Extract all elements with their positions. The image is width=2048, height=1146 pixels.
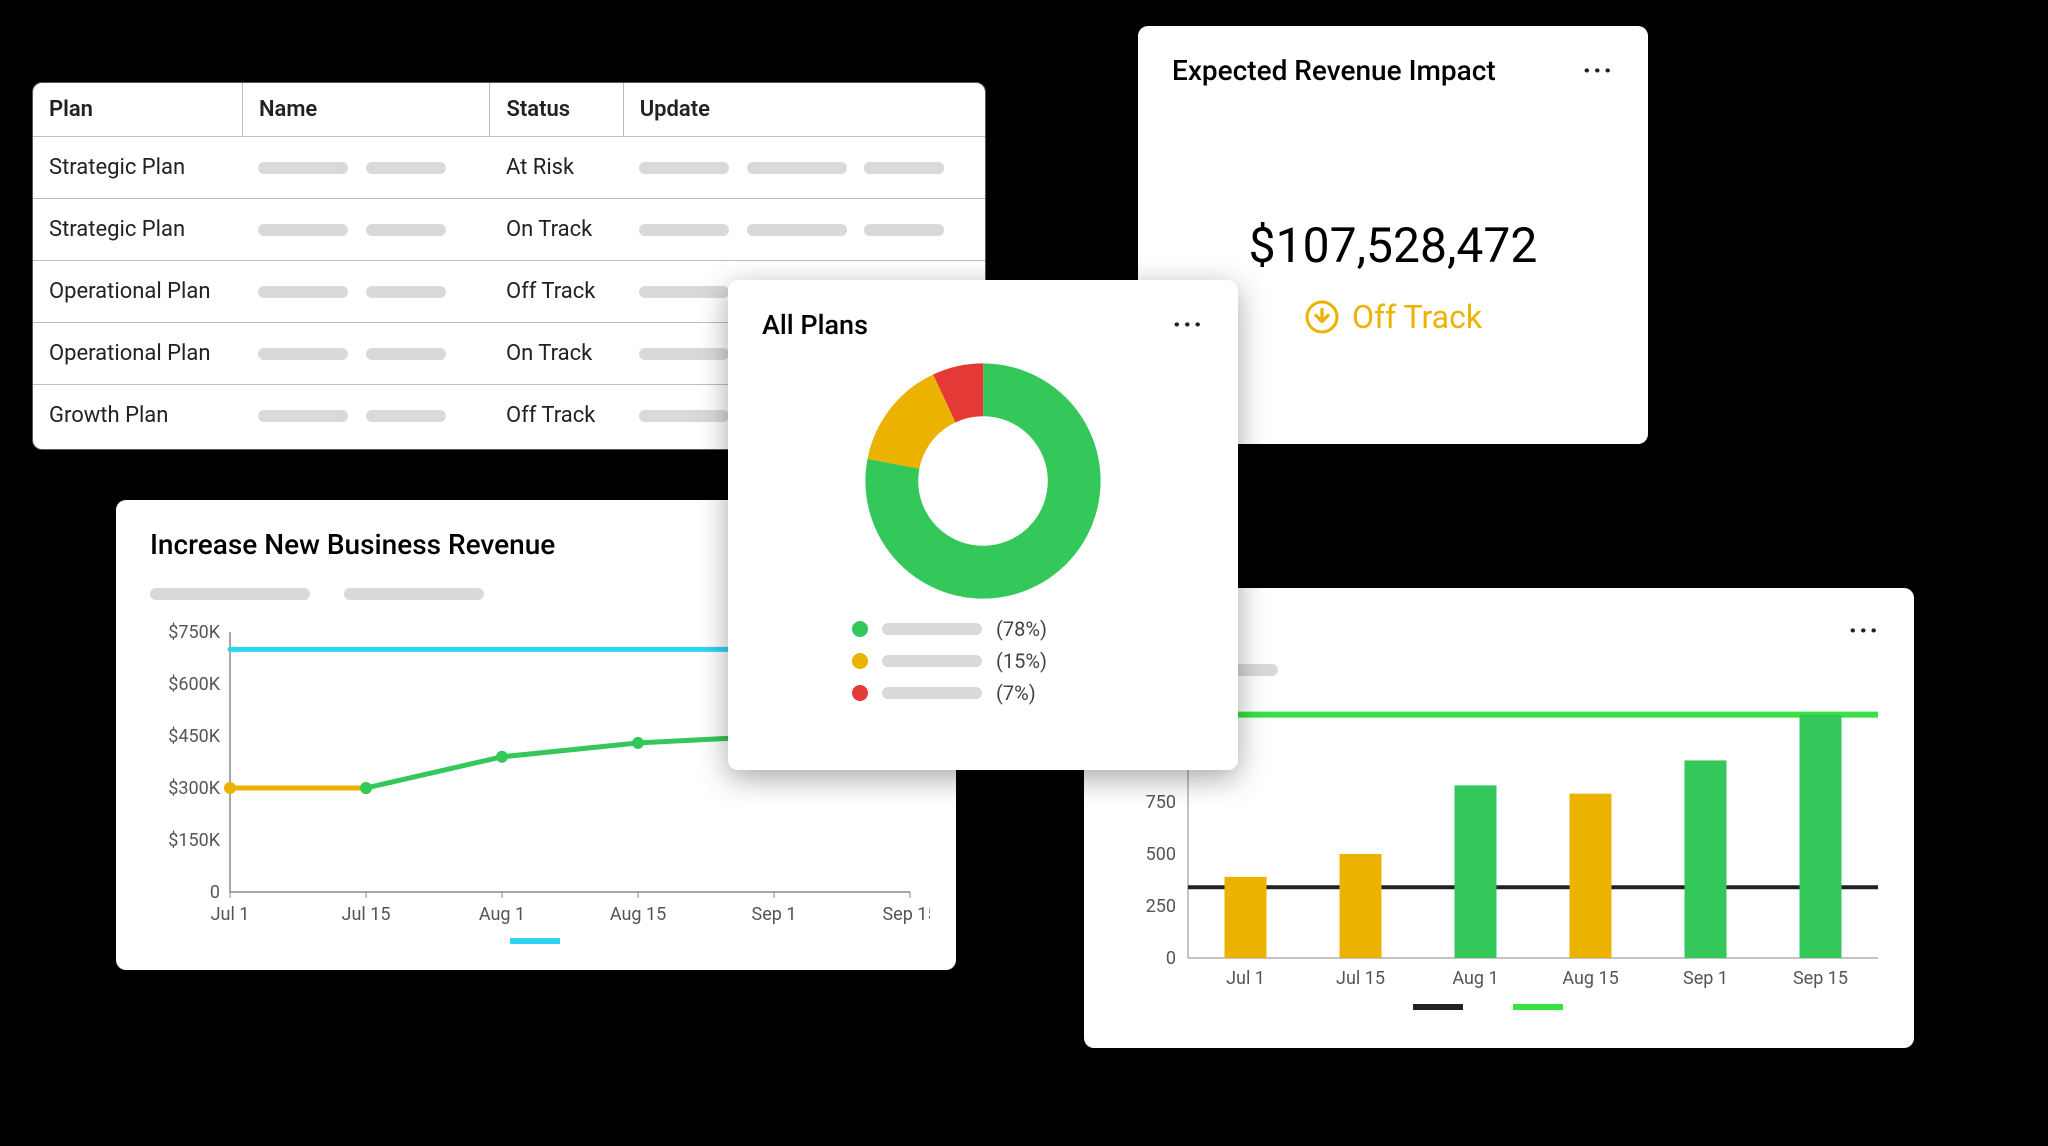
more-button[interactable]: ··· bbox=[1583, 54, 1614, 87]
name-cell bbox=[242, 261, 490, 323]
plan-cell: Operational Plan bbox=[33, 261, 242, 323]
svg-text:750: 750 bbox=[1146, 792, 1176, 813]
status-cell: At Risk bbox=[490, 137, 623, 199]
legend-dot-icon bbox=[852, 685, 868, 701]
donut-title: All Plans bbox=[762, 309, 868, 341]
svg-text:Sep 1: Sep 1 bbox=[1683, 968, 1728, 989]
kpi-value: $107,528,472 bbox=[1172, 217, 1614, 274]
legend-item: (15%) bbox=[852, 649, 1204, 673]
plan-cell: Strategic Plan bbox=[33, 137, 242, 199]
svg-text:Jul 1: Jul 1 bbox=[211, 904, 250, 925]
kpi-title: Expected Revenue Impact bbox=[1172, 54, 1496, 87]
legend-pct: (15%) bbox=[996, 649, 1047, 673]
down-arrow-circle-icon bbox=[1304, 299, 1340, 335]
status-cell: On Track bbox=[490, 323, 623, 385]
svg-text:$300K: $300K bbox=[168, 778, 220, 799]
svg-text:Jul 15: Jul 15 bbox=[1336, 968, 1385, 989]
svg-text:Sep 15: Sep 15 bbox=[1793, 968, 1848, 989]
update-cell bbox=[623, 137, 985, 199]
legend-item: (78%) bbox=[852, 617, 1204, 641]
legend-label bbox=[882, 623, 982, 635]
svg-text:Sep 1: Sep 1 bbox=[752, 904, 797, 925]
more-button[interactable]: ··· bbox=[1849, 614, 1880, 647]
col-status[interactable]: Status bbox=[490, 83, 623, 137]
col-plan[interactable]: Plan bbox=[33, 83, 242, 137]
table-row[interactable]: Strategic Plan On Track bbox=[33, 199, 985, 261]
svg-text:$450K: $450K bbox=[168, 726, 220, 747]
status-cell: On Track bbox=[490, 199, 623, 261]
kpi-status: Off Track bbox=[1172, 298, 1614, 336]
svg-text:Jul 1: Jul 1 bbox=[1226, 968, 1265, 989]
name-cell bbox=[242, 323, 490, 385]
name-cell bbox=[242, 199, 490, 261]
more-button[interactable]: ··· bbox=[1173, 308, 1204, 341]
svg-text:Aug 1: Aug 1 bbox=[479, 904, 525, 925]
kpi-status-label: Off Track bbox=[1352, 298, 1482, 336]
svg-text:$600K: $600K bbox=[168, 674, 220, 695]
legend-label bbox=[882, 655, 982, 667]
svg-text:500: 500 bbox=[1146, 844, 1176, 865]
svg-text:Aug 15: Aug 15 bbox=[1562, 968, 1618, 989]
col-update[interactable]: Update bbox=[623, 83, 985, 137]
svg-text:Aug 15: Aug 15 bbox=[610, 904, 666, 925]
col-name[interactable]: Name bbox=[242, 83, 490, 137]
all-plans-card: All Plans ··· (78%) (15%) (7%) bbox=[728, 280, 1238, 770]
plan-cell: Growth Plan bbox=[33, 385, 242, 447]
svg-text:250: 250 bbox=[1146, 896, 1176, 917]
legend-dot-icon bbox=[852, 653, 868, 669]
plan-cell: Operational Plan bbox=[33, 323, 242, 385]
table-row[interactable]: Strategic Plan At Risk bbox=[33, 137, 985, 199]
legend-pct: (7%) bbox=[996, 681, 1036, 705]
legend-item: (7%) bbox=[852, 681, 1204, 705]
donut-chart bbox=[863, 361, 1103, 601]
svg-text:0: 0 bbox=[1166, 948, 1176, 969]
svg-text:Aug 1: Aug 1 bbox=[1452, 968, 1498, 989]
name-cell bbox=[242, 137, 490, 199]
svg-text:Sep 15: Sep 15 bbox=[882, 904, 930, 925]
status-cell: Off Track bbox=[490, 385, 623, 447]
svg-text:0: 0 bbox=[210, 882, 220, 903]
plan-cell: Strategic Plan bbox=[33, 199, 242, 261]
update-cell bbox=[623, 199, 985, 261]
status-cell: Off Track bbox=[490, 261, 623, 323]
legend-label bbox=[882, 687, 982, 699]
svg-text:$150K: $150K bbox=[168, 830, 220, 851]
legend-pct: (78%) bbox=[996, 617, 1047, 641]
legend-dot-icon bbox=[852, 621, 868, 637]
name-cell bbox=[242, 385, 490, 447]
svg-text:$750K: $750K bbox=[168, 622, 220, 643]
svg-text:Jul 15: Jul 15 bbox=[342, 904, 391, 925]
